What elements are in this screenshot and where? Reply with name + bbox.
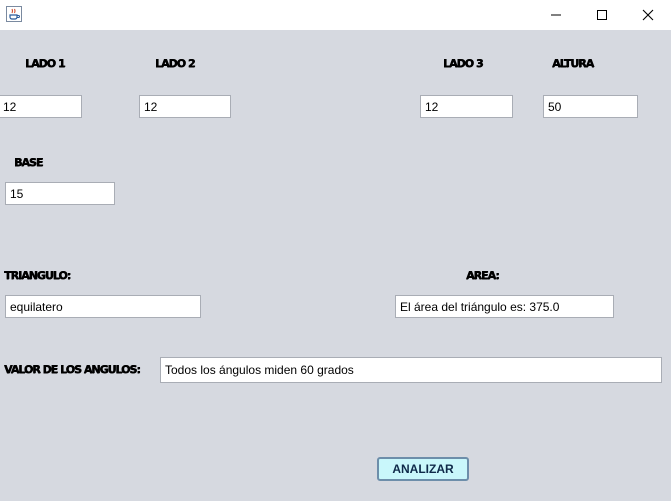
lado2-label: LADO 2	[155, 57, 195, 70]
triangulo-label: TRIANGULO:	[4, 269, 71, 282]
title-bar	[0, 0, 671, 30]
area-output[interactable]	[395, 295, 614, 318]
lado1-input[interactable]	[0, 95, 82, 118]
lado3-label: LADO 3	[443, 57, 483, 70]
altura-input[interactable]	[543, 95, 638, 118]
maximize-icon	[596, 6, 608, 25]
area-label: AREA:	[466, 269, 500, 282]
lado3-input[interactable]	[420, 95, 513, 118]
minimize-icon	[550, 6, 562, 25]
analizar-button[interactable]: ANALIZAR	[377, 457, 469, 481]
angulos-output[interactable]	[160, 357, 662, 383]
altura-label: ALTURA	[552, 57, 594, 70]
angulos-label: VALOR DE LOS ANGULOS:	[4, 363, 141, 376]
maximize-button[interactable]	[579, 0, 625, 30]
lado1-label: LADO 1	[25, 57, 65, 70]
base-input[interactable]	[5, 182, 115, 205]
minimize-button[interactable]	[533, 0, 579, 30]
triangulo-output[interactable]	[5, 295, 201, 318]
java-cup-icon	[6, 6, 22, 22]
base-label: BASE	[14, 156, 43, 169]
close-button[interactable]	[625, 0, 671, 30]
close-icon	[642, 6, 654, 25]
lado2-input[interactable]	[139, 95, 231, 118]
